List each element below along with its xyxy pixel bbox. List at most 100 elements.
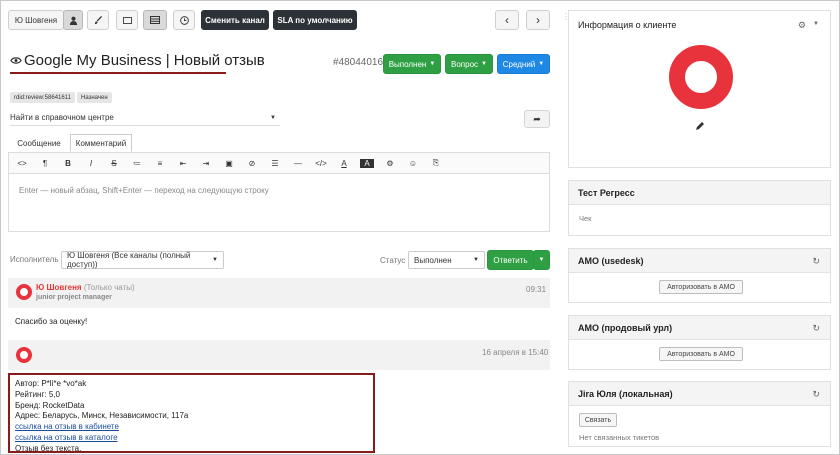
type-label: Вопрос — [451, 59, 479, 69]
prev-ticket-button[interactable]: ‹ — [495, 10, 519, 30]
review-address: Адрес: Беларусь, Минск, Независимости, 1… — [15, 411, 189, 421]
client-avatar — [669, 45, 733, 109]
ticket-title-row: Google My Business | Новый отзыв — [10, 52, 265, 69]
refresh-icon[interactable]: ↻ — [812, 256, 820, 267]
link-ticket-button[interactable]: Связать — [579, 413, 617, 427]
jira-header: Jira Юля (локальная) — [569, 382, 830, 406]
outdent-icon[interactable]: ⇤ — [176, 159, 190, 168]
amo-usedesk-header: АМО (usedesk) — [569, 249, 830, 273]
test-regress-title: Тест Регресс — [578, 187, 635, 198]
type-dropdown-button[interactable]: Вопрос ▼ — [445, 54, 493, 74]
text-color-icon[interactable]: A — [337, 159, 351, 168]
window-icon[interactable] — [116, 10, 138, 30]
tag-assigned[interactable]: Назначен — [77, 92, 112, 103]
priority-label: Средний — [502, 59, 536, 69]
paragraph-icon[interactable]: ¶ — [38, 159, 52, 168]
author-name: Ю Шовгеня — [36, 283, 82, 292]
sla-default-label: SLA по умолчанию — [277, 15, 353, 25]
caret-down-icon: ▼ — [481, 61, 487, 67]
amo-prod-title: АМО (продовый урл) — [578, 322, 673, 333]
status-dropdown-button[interactable]: Выполнен ▼ — [383, 54, 441, 74]
layout-icon[interactable] — [143, 10, 167, 30]
indent-icon[interactable]: ⇥ — [199, 159, 213, 168]
review-details: Автор: P*li*e *vo*ak Рейтинг: 5,0 Бренд:… — [8, 373, 375, 453]
executor-select[interactable]: Ю Шовгеня (Все каналы (полный доступ)) ▼ — [61, 251, 224, 269]
reply-label: Ответить — [493, 255, 528, 265]
brush-icon[interactable] — [87, 10, 109, 30]
code-icon[interactable]: </> — [314, 159, 328, 168]
italic-icon[interactable]: I — [84, 159, 98, 168]
tab-message-label: Сообщение — [17, 138, 61, 148]
review-text: Отзыв без текста. — [15, 443, 82, 453]
link-review-cabinet[interactable]: ссылка на отзыв в кабинете — [15, 422, 368, 433]
caret-down-icon[interactable]: ▼ — [813, 21, 819, 27]
change-channel-button[interactable]: Сменить канал — [201, 10, 269, 30]
status-label: Выполнен — [388, 59, 427, 69]
avatar — [16, 284, 32, 300]
sla-default-button[interactable]: SLA по умолчанию — [273, 10, 357, 30]
code-view-icon[interactable]: <> — [15, 159, 29, 168]
link-ticket-label: Связать — [584, 416, 612, 424]
author-role: junior project manager — [36, 294, 112, 301]
authorize-amo-button[interactable]: Авторизовать в АМО — [659, 280, 743, 294]
link-review-catalog[interactable]: ссылка на отзыв в каталоге — [15, 433, 368, 444]
status-select[interactable]: Выполнен ▼ — [408, 251, 485, 269]
authorize-amo-label: Авторизовать в АМО — [667, 350, 735, 358]
review-brand: Бренд: RocketData — [15, 400, 85, 410]
no-linked-tickets: Нет связанных тикетов — [579, 433, 660, 442]
check-label: Чек — [579, 214, 592, 223]
help-center-label: Найти в справочном центре — [10, 113, 114, 122]
avatar — [16, 347, 32, 363]
tab-message[interactable]: Сообщение — [12, 134, 66, 152]
authorize-amo-button[interactable]: Авторизовать в АМО — [659, 347, 743, 361]
jira-panel: Jira Юля (локальная) ↻ Связать Нет связа… — [568, 381, 831, 447]
tab-comment-label: Комментарий — [75, 138, 127, 148]
strikethrough-icon[interactable]: S — [107, 159, 121, 168]
authorize-amo-label: Авторизовать в АМО — [667, 283, 735, 291]
refresh-icon[interactable]: ↻ — [812, 389, 820, 400]
pencil-icon[interactable] — [695, 121, 705, 131]
caret-down-icon: ▼ — [538, 61, 545, 67]
client-info-title: Информация о клиенте — [578, 20, 677, 30]
help-center-select[interactable]: Найти в справочном центре ▼ — [10, 110, 280, 126]
editor-placeholder: Enter — новый абзац, Shift+Enter — перех… — [19, 186, 269, 195]
clock-icon[interactable] — [173, 10, 195, 30]
tag-review-id[interactable]: rdid:review:58641611 — [10, 92, 75, 103]
message-author[interactable]: Ю Шовгеня (Только чаты) — [36, 283, 135, 292]
settings-icon[interactable]: ⚙ — [383, 159, 397, 168]
comment-editor[interactable]: Enter — новый абзац, Shift+Enter — перех… — [8, 174, 550, 232]
user-name-button[interactable]: Ю Шовгеня — [8, 10, 64, 30]
link-icon[interactable]: ⊘ — [245, 159, 259, 168]
user-name-label: Ю Шовгеня — [14, 15, 58, 25]
horizontal-rule-icon[interactable]: — — [291, 159, 305, 168]
bullet-list-icon[interactable]: ≔ — [130, 159, 144, 168]
reply-options-button[interactable]: ▼ — [533, 250, 550, 270]
chevron-right-icon: › — [536, 13, 540, 27]
change-channel-label: Сменить канал — [205, 15, 265, 25]
test-regress-panel: Тест Регресс Чек — [568, 180, 831, 236]
share-icon: ➦ — [533, 113, 541, 124]
caret-down-icon: ▼ — [538, 257, 545, 263]
priority-dropdown-button[interactable]: Средний ▼ — [497, 54, 550, 74]
share-button[interactable]: ➦ — [524, 110, 550, 128]
refresh-icon[interactable]: ↻ — [812, 323, 820, 334]
emoji-icon[interactable]: ☺ — [406, 159, 420, 168]
numbered-list-icon[interactable]: ≡ — [153, 159, 167, 168]
background-color-icon[interactable]: A — [360, 158, 374, 168]
reply-button[interactable]: Ответить — [487, 250, 534, 270]
next-ticket-button[interactable]: › — [526, 10, 550, 30]
author-note: (Только чаты) — [83, 283, 135, 292]
message-time: 16 апреля в 15:40 — [482, 348, 549, 357]
amo-prod-header: АМО (продовый урл) — [569, 316, 830, 340]
message-time: 09:31 — [526, 285, 547, 294]
image-icon[interactable]: ▣ — [222, 159, 236, 168]
review-rating: Рейтинг: 5,0 — [15, 389, 60, 399]
bold-icon[interactable]: B — [61, 159, 75, 168]
gear-icon[interactable]: ⚙ — [798, 20, 806, 31]
align-icon[interactable]: ☰ — [268, 159, 282, 168]
tab-comment[interactable]: Комментарий — [70, 134, 132, 152]
test-regress-header: Тест Регресс — [569, 181, 830, 205]
attachment-icon[interactable]: ⎘ — [429, 158, 443, 168]
review-author: Автор: P*li*e *vo*ak — [15, 379, 87, 388]
user-icon[interactable] — [63, 10, 83, 30]
